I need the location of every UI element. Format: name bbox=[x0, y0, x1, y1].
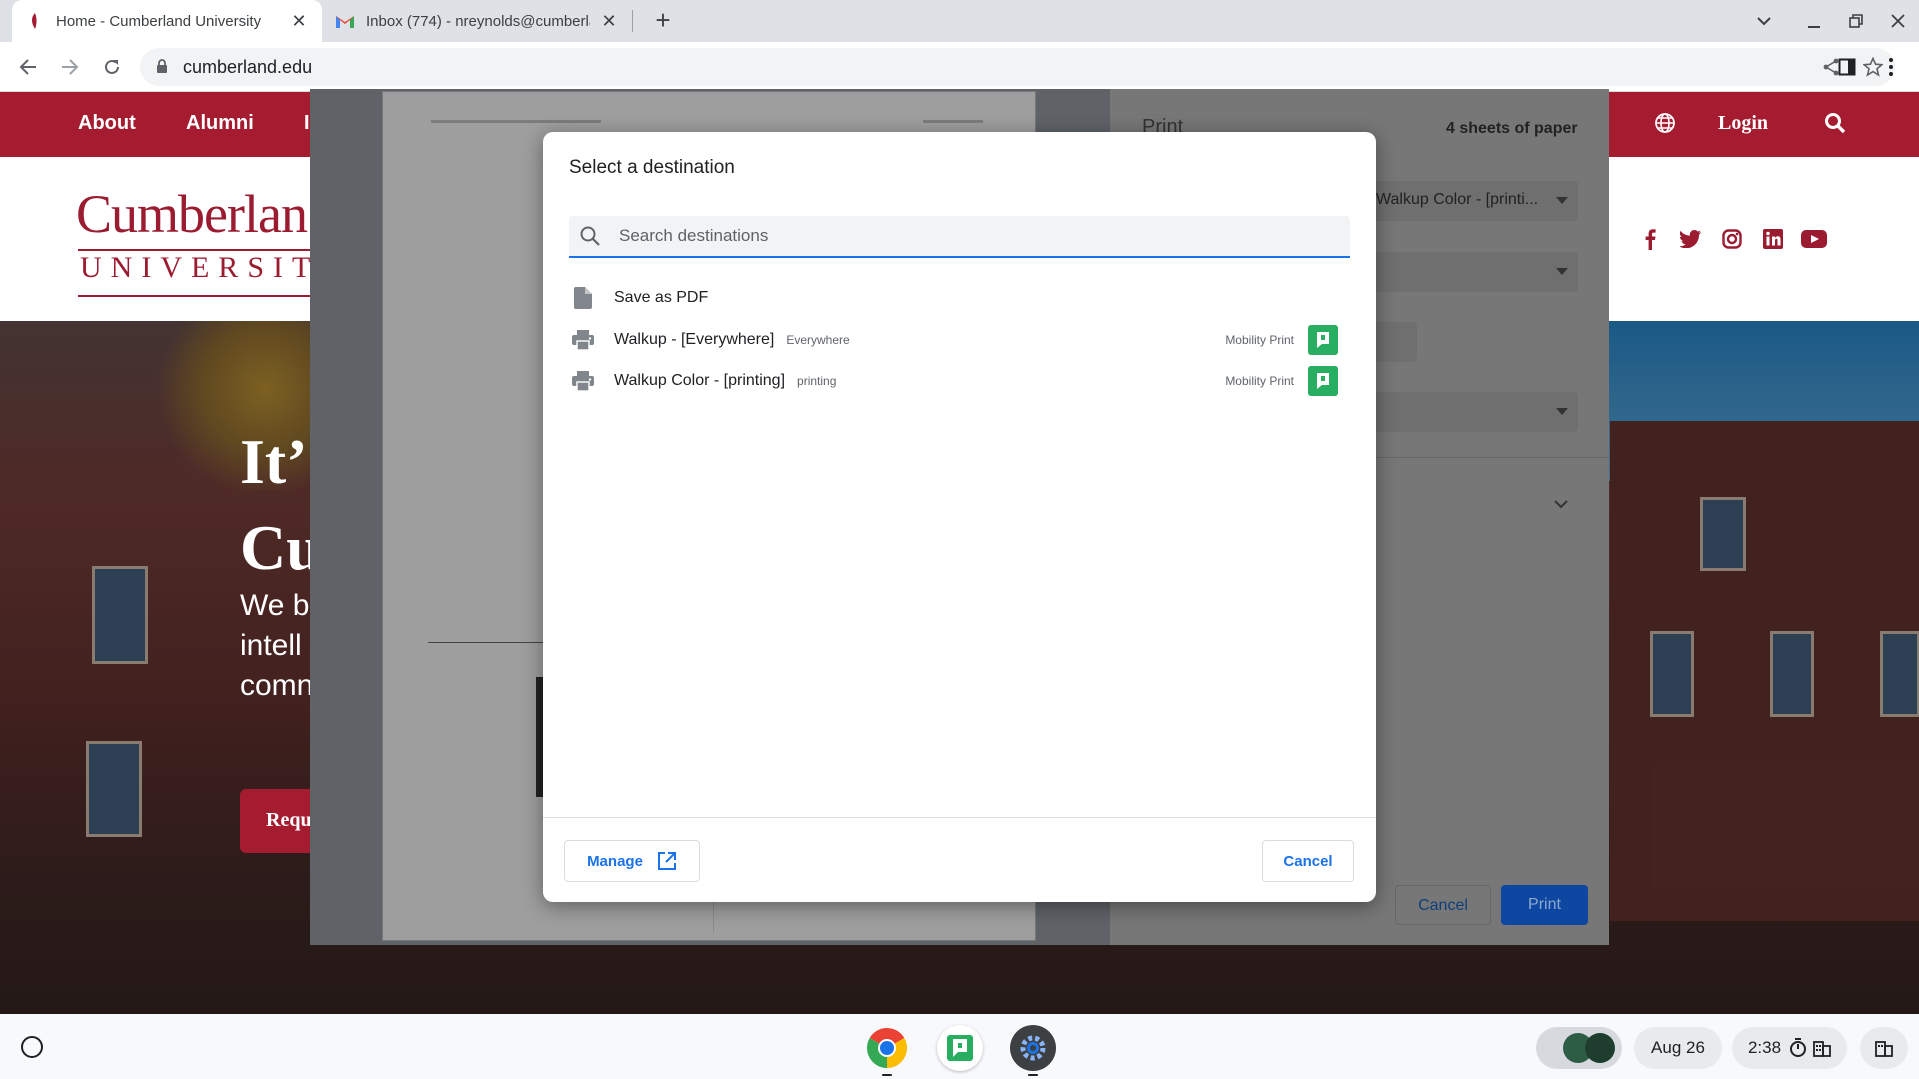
system-shelf: Aug 26 2:38 bbox=[0, 1014, 1919, 1079]
window-controls bbox=[1743, 0, 1919, 42]
close-tab-icon[interactable]: ✕ bbox=[290, 12, 308, 30]
destination-value: Walkup Color - [printi... bbox=[1376, 191, 1539, 208]
settings-app-icon[interactable] bbox=[1010, 1025, 1056, 1071]
back-arrow-icon[interactable] bbox=[14, 53, 42, 81]
print-button[interactable]: Print bbox=[1501, 885, 1588, 925]
hero-text-line2: intell bbox=[240, 629, 302, 662]
running-indicator bbox=[1028, 1074, 1038, 1076]
gmail-favicon-icon bbox=[336, 12, 354, 30]
managed-device-icon[interactable] bbox=[1860, 1027, 1908, 1069]
destination-provider: Mobility Print bbox=[1225, 333, 1294, 347]
timer-icon bbox=[1790, 1038, 1807, 1057]
destination-name: Save as PDF bbox=[614, 289, 709, 306]
destination-item-save-pdf[interactable]: Save as PDF bbox=[569, 278, 1350, 318]
tab-gmail[interactable]: Inbox (774) - nreynolds@cumberland.edu ✕ bbox=[322, 0, 632, 42]
manage-label: Manage bbox=[587, 852, 643, 870]
dropdown-arrow-icon bbox=[1556, 408, 1568, 415]
nav-item-alumni[interactable]: Alumni bbox=[186, 112, 254, 135]
logo-subtitle: UNIVERSIT bbox=[80, 251, 320, 284]
tab-title: Home - Cumberland University bbox=[56, 12, 262, 30]
mobility-print-icon bbox=[1308, 325, 1338, 355]
file-icon bbox=[571, 286, 595, 310]
running-indicator bbox=[882, 1074, 892, 1076]
tab-strip: Home - Cumberland University ✕ Inbox (77… bbox=[0, 0, 1919, 42]
social-links bbox=[1636, 225, 1828, 253]
linkedin-icon[interactable] bbox=[1759, 225, 1787, 253]
destination-location: printing bbox=[797, 374, 837, 388]
printer-icon bbox=[571, 328, 595, 352]
open-in-new-icon bbox=[657, 852, 676, 870]
manage-button[interactable]: Manage bbox=[564, 840, 700, 882]
twitter-icon[interactable] bbox=[1677, 225, 1705, 253]
select-destination-dialog: Select a destination Save as PDF Walkup … bbox=[543, 132, 1376, 902]
side-panel-icon[interactable] bbox=[1833, 53, 1861, 81]
pages-select[interactable] bbox=[1372, 252, 1578, 292]
clock-text: 2:38 bbox=[1747, 1038, 1782, 1057]
search-destinations-input[interactable] bbox=[619, 216, 1339, 256]
date-text: Aug 26 bbox=[1651, 1038, 1705, 1057]
destination-name: Walkup - [Everywhere] bbox=[614, 331, 775, 348]
search-icon[interactable] bbox=[1824, 112, 1846, 139]
launcher-icon[interactable] bbox=[21, 1036, 43, 1058]
search-icon bbox=[579, 225, 601, 252]
tab-search-icon[interactable] bbox=[1743, 0, 1785, 42]
instagram-icon[interactable] bbox=[1718, 225, 1746, 253]
dialog-divider bbox=[543, 817, 1376, 818]
reload-icon[interactable] bbox=[98, 53, 126, 81]
destination-item-walkup[interactable]: Walkup - [Everywhere] Everywhere Mobilit… bbox=[569, 320, 1350, 360]
address-bar[interactable]: cumberland.edu bbox=[140, 48, 1895, 86]
more-settings-chevron-icon[interactable] bbox=[1554, 500, 1568, 509]
dialog-title: Select a destination bbox=[569, 157, 735, 178]
hero-text-line3: comn bbox=[240, 669, 314, 702]
search-field[interactable] bbox=[569, 216, 1350, 258]
login-link[interactable]: Login bbox=[1718, 112, 1768, 135]
youtube-icon[interactable] bbox=[1800, 225, 1828, 253]
print-cancel-button[interactable]: Cancel bbox=[1395, 885, 1491, 925]
new-tab-icon[interactable]: + bbox=[650, 7, 676, 34]
sheet-count: 4 sheets of paper bbox=[1446, 120, 1578, 137]
nav-item-partial[interactable]: I bbox=[304, 112, 310, 135]
hero-heading-line1: It’ bbox=[240, 426, 308, 497]
dropdown-arrow-icon bbox=[1556, 268, 1568, 275]
destination-location: Everywhere bbox=[786, 333, 850, 347]
lock-icon[interactable] bbox=[156, 59, 168, 79]
cumberland-favicon-icon bbox=[26, 12, 44, 30]
globe-icon[interactable] bbox=[1654, 112, 1676, 139]
chrome-app-icon[interactable] bbox=[864, 1025, 910, 1071]
destination-provider: Mobility Print bbox=[1225, 374, 1294, 388]
tab-title: Inbox (774) - nreynolds@cumberland.edu bbox=[366, 12, 590, 30]
nav-item-about[interactable]: About bbox=[78, 112, 136, 135]
enterprise-icon bbox=[1813, 1041, 1831, 1057]
hero-text-line1: We b bbox=[240, 589, 310, 622]
url-text: cumberland.edu bbox=[183, 57, 313, 77]
date-pill[interactable]: Aug 26 bbox=[1634, 1027, 1722, 1069]
close-tab-icon[interactable]: ✕ bbox=[600, 12, 618, 30]
account-avatars[interactable] bbox=[1536, 1027, 1622, 1069]
avatar bbox=[1585, 1033, 1615, 1063]
color-select[interactable] bbox=[1372, 392, 1578, 432]
destination-name: Walkup Color - [printing] bbox=[614, 372, 786, 389]
tab-cumberland[interactable]: Home - Cumberland University ✕ bbox=[12, 0, 322, 42]
dropdown-arrow-icon bbox=[1556, 197, 1568, 204]
destination-item-walkup-color[interactable]: Walkup Color - [printing] printing Mobil… bbox=[569, 361, 1350, 401]
forward-arrow-icon[interactable] bbox=[56, 53, 84, 81]
restore-icon[interactable] bbox=[1835, 0, 1877, 42]
close-window-icon[interactable] bbox=[1877, 0, 1919, 42]
copies-input[interactable] bbox=[1372, 322, 1417, 362]
destination-select[interactable]: Walkup Color - [printi... bbox=[1372, 181, 1578, 221]
tab-separator bbox=[632, 10, 633, 32]
printer-icon bbox=[571, 369, 595, 393]
mobility-print-app-icon[interactable] bbox=[937, 1025, 983, 1071]
facebook-icon[interactable] bbox=[1636, 225, 1664, 253]
kebab-menu-icon[interactable] bbox=[1877, 53, 1905, 81]
browser-toolbar: cumberland.edu bbox=[0, 42, 1919, 92]
logo-wordmark[interactable]: Cumberlan bbox=[76, 183, 308, 245]
cancel-button[interactable]: Cancel bbox=[1262, 840, 1354, 882]
status-area[interactable]: 2:38 bbox=[1732, 1027, 1847, 1069]
mobility-print-icon bbox=[1308, 366, 1338, 396]
minimize-icon[interactable] bbox=[1793, 0, 1835, 42]
